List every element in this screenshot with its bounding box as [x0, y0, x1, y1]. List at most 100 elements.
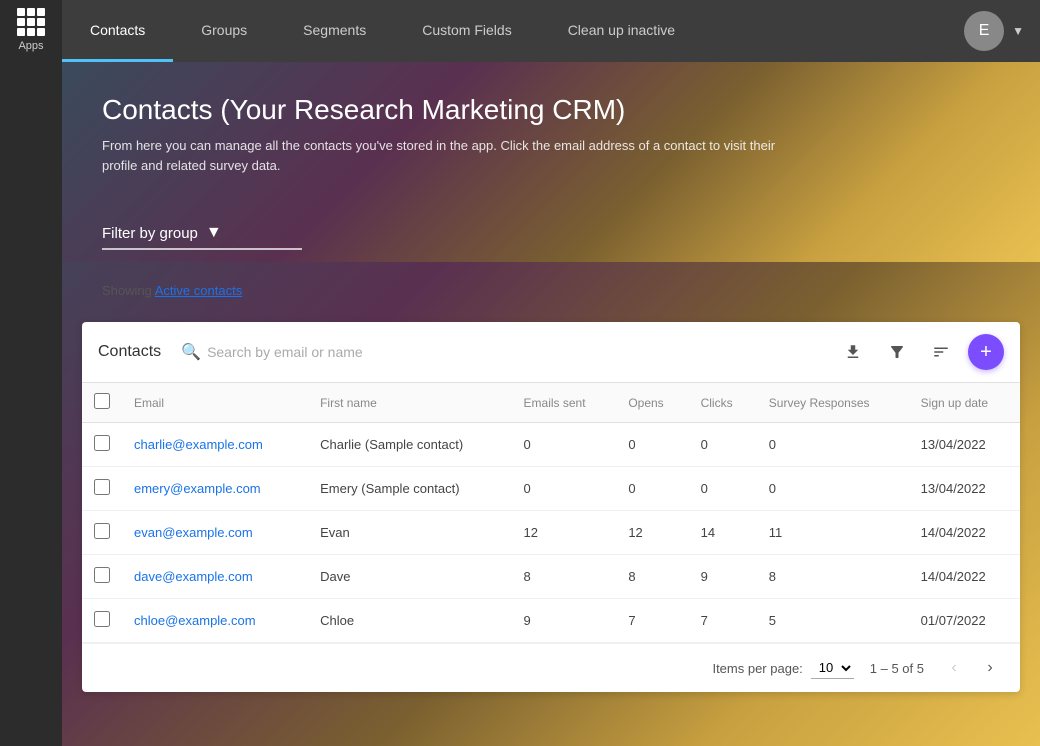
row-checkbox-cell [82, 555, 122, 599]
prev-page-button[interactable]: ‹ [940, 654, 968, 682]
add-contact-button[interactable]: + [968, 334, 1004, 370]
cell-emails-sent: 8 [512, 555, 617, 599]
table-row: charlie@example.com Charlie (Sample cont… [82, 423, 1020, 467]
cell-email: dave@example.com [122, 555, 308, 599]
search-wrapper: 🔍 [181, 342, 824, 362]
filter-button[interactable] [880, 335, 914, 369]
page-navigation: ‹ › [940, 654, 1004, 682]
table-row: chloe@example.com Chloe 9 7 7 5 01/07/20… [82, 599, 1020, 643]
filter-section: Filter by group ▼ [62, 190, 342, 262]
cell-survey-responses: 8 [757, 555, 909, 599]
header-emails-sent: Emails sent [512, 383, 617, 423]
cell-survey-responses: 0 [757, 423, 909, 467]
header-actions: + [836, 334, 1004, 370]
cell-email: evan@example.com [122, 511, 308, 555]
sidebar-apps-button[interactable]: Apps [17, 8, 45, 52]
cell-sign-up-date: 13/04/2022 [909, 467, 1020, 511]
tab-custom-fields[interactable]: Custom Fields [394, 0, 539, 62]
avatar-dropdown-chevron[interactable]: ▼ [1012, 24, 1024, 38]
table-row: dave@example.com Dave 8 8 9 8 14/04/2022 [82, 555, 1020, 599]
cell-emails-sent: 0 [512, 423, 617, 467]
cell-email: emery@example.com [122, 467, 308, 511]
download-button[interactable] [836, 335, 870, 369]
cell-first-name: Charlie (Sample contact) [308, 423, 511, 467]
pagination: Items per page: 10 25 50 1 – 5 of 5 ‹ › [82, 643, 1020, 692]
row-checkbox[interactable] [94, 479, 110, 495]
row-checkbox-cell [82, 423, 122, 467]
page-title: Contacts (Your Research Marketing CRM) [102, 94, 1000, 126]
row-checkbox-cell [82, 599, 122, 643]
items-per-page-label: Items per page: [712, 661, 802, 676]
search-icon: 🔍 [181, 342, 201, 362]
row-checkbox[interactable] [94, 435, 110, 451]
cell-clicks: 0 [689, 467, 757, 511]
showing-bar: Showing Active contacts [102, 283, 242, 298]
cell-opens: 8 [616, 555, 688, 599]
tab-segments[interactable]: Segments [275, 0, 394, 62]
hero-description: From here you can manage all the contact… [102, 136, 802, 175]
cell-email: charlie@example.com [122, 423, 308, 467]
header-survey-responses: Survey Responses [757, 383, 909, 423]
hero-section: Contacts (Your Research Marketing CRM) F… [62, 62, 1040, 262]
search-input[interactable] [207, 344, 824, 360]
content-area: Contacts (Your Research Marketing CRM) F… [62, 62, 1040, 746]
cell-opens: 0 [616, 467, 688, 511]
items-per-page: Items per page: 10 25 50 [712, 657, 853, 679]
email-link[interactable]: evan@example.com [134, 525, 253, 540]
header-checkbox-cell [82, 383, 122, 423]
header-email: Email [122, 383, 308, 423]
row-checkbox-cell [82, 511, 122, 555]
page-range: 1 – 5 of 5 [870, 661, 924, 676]
table-row: emery@example.com Emery (Sample contact)… [82, 467, 1020, 511]
cell-first-name: Chloe [308, 599, 511, 643]
table-header-row: Email First name Emails sent Opens Click… [82, 383, 1020, 423]
cell-emails-sent: 0 [512, 467, 617, 511]
cell-survey-responses: 0 [757, 467, 909, 511]
header-opens: Opens [616, 383, 688, 423]
row-checkbox-cell [82, 467, 122, 511]
tab-clean-up-inactive[interactable]: Clean up inactive [540, 0, 703, 62]
cell-first-name: Emery (Sample contact) [308, 467, 511, 511]
email-link[interactable]: charlie@example.com [134, 437, 263, 452]
cell-first-name: Dave [308, 555, 511, 599]
cell-sign-up-date: 01/07/2022 [909, 599, 1020, 643]
sidebar: Apps [0, 0, 62, 746]
tab-contacts[interactable]: Contacts [62, 0, 173, 62]
apps-grid-icon [17, 8, 45, 36]
cell-clicks: 7 [689, 599, 757, 643]
cell-clicks: 14 [689, 511, 757, 555]
items-per-page-select[interactable]: 10 25 50 [811, 657, 854, 679]
email-link[interactable]: chloe@example.com [134, 613, 256, 628]
header-sign-up-date: Sign up date [909, 383, 1020, 423]
cell-survey-responses: 5 [757, 599, 909, 643]
row-checkbox[interactable] [94, 567, 110, 583]
filter-by-group-dropdown[interactable]: Filter by group ▼ [102, 218, 302, 250]
row-checkbox[interactable] [94, 523, 110, 539]
select-all-checkbox[interactable] [94, 393, 110, 409]
card-header: Contacts 🔍 + [82, 322, 1020, 383]
cell-survey-responses: 11 [757, 511, 909, 555]
nav-tabs: Contacts Groups Segments Custom Fields C… [62, 0, 964, 62]
main-content: Contacts Groups Segments Custom Fields C… [62, 0, 1040, 746]
cell-first-name: Evan [308, 511, 511, 555]
sort-button[interactable] [924, 335, 958, 369]
header-clicks: Clicks [689, 383, 757, 423]
avatar[interactable]: E [964, 11, 1004, 51]
email-link[interactable]: emery@example.com [134, 481, 261, 496]
active-contacts-link[interactable]: Active contacts [155, 283, 242, 298]
top-navigation: Contacts Groups Segments Custom Fields C… [62, 0, 1040, 62]
cell-opens: 7 [616, 599, 688, 643]
apps-label: Apps [18, 40, 43, 52]
topnav-right: E ▼ [964, 0, 1040, 62]
email-link[interactable]: dave@example.com [134, 569, 253, 584]
cell-sign-up-date: 13/04/2022 [909, 423, 1020, 467]
header-first-name: First name [308, 383, 511, 423]
cell-emails-sent: 12 [512, 511, 617, 555]
tab-groups[interactable]: Groups [173, 0, 275, 62]
cell-opens: 12 [616, 511, 688, 555]
table-row: evan@example.com Evan 12 12 14 11 14/04/… [82, 511, 1020, 555]
cell-opens: 0 [616, 423, 688, 467]
next-page-button[interactable]: › [976, 654, 1004, 682]
cell-clicks: 0 [689, 423, 757, 467]
row-checkbox[interactable] [94, 611, 110, 627]
